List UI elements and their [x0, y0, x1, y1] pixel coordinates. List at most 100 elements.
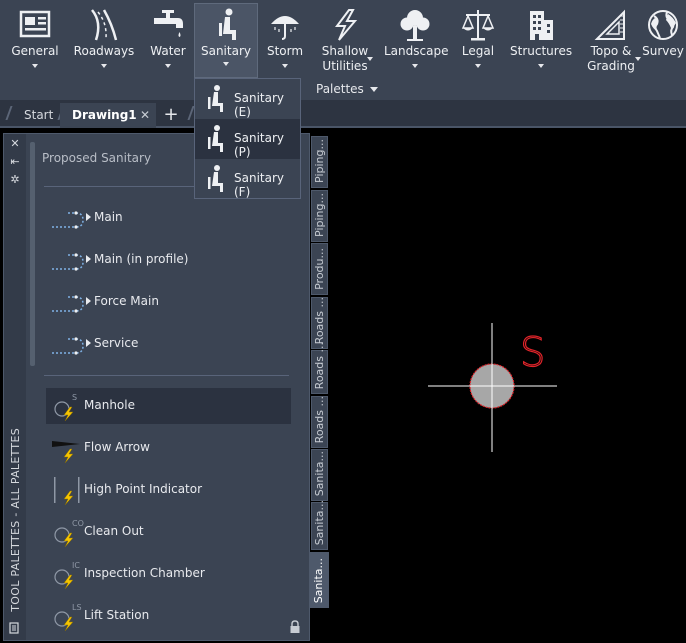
- palette-side-tab[interactable]: Piping...: [311, 136, 328, 188]
- palette-group-item[interactable]: Main (in profile): [46, 242, 291, 278]
- close-icon[interactable]: ✕: [9, 138, 21, 150]
- expand-arrow-icon[interactable]: [86, 297, 91, 305]
- palette-menu-icon[interactable]: [9, 622, 21, 634]
- side-tab-label: Produ...: [313, 248, 326, 290]
- palette-group-item[interactable]: Main: [46, 200, 291, 236]
- palette-side-tab[interactable]: Roads ...: [311, 396, 328, 448]
- palette-tool-item[interactable]: High Point Indicator: [46, 472, 291, 508]
- properties-gear-icon[interactable]: ✲: [9, 174, 21, 186]
- ribbon-label: General: [11, 44, 59, 58]
- ribbon-button-sanitary[interactable]: Sanitary: [194, 3, 258, 78]
- svg-text:LS: LS: [72, 603, 82, 612]
- ribbon-button-storm[interactable]: Storm: [264, 4, 306, 78]
- ribbon-button-structures[interactable]: Structures: [510, 4, 572, 78]
- ribbon-button-topo-grading[interactable]: Topo & Grading: [582, 4, 641, 78]
- ribbon-label: Structures: [510, 44, 573, 58]
- tab-start[interactable]: Start: [16, 103, 60, 128]
- tab-grip: [5, 106, 13, 120]
- ribbon-button-water[interactable]: Water: [146, 4, 190, 78]
- chevron-down-icon: [223, 62, 229, 66]
- ribbon-button-legal[interactable]: Legal: [456, 4, 500, 78]
- chevron-down-icon: [101, 64, 107, 68]
- ribbon-button-roadways[interactable]: Roadways: [72, 4, 136, 78]
- palette-item-label: Clean Out: [84, 524, 144, 538]
- palettes-panel-button[interactable]: Palettes: [300, 80, 378, 98]
- side-tab-label: Roads ...: [313, 395, 326, 443]
- palette-side-tab[interactable]: Produ...: [311, 243, 328, 295]
- palette-item-label: Flow Arrow: [84, 440, 150, 454]
- pipe-network-icon: [52, 211, 84, 229]
- scales-icon: [461, 10, 495, 41]
- palette-vertical-title: TOOL PALETTES - ALL PALETTES: [9, 428, 22, 612]
- tool-palette: ✕ ⇤ ✲ TOOL PALETTES - ALL PALETTES Propo…: [3, 133, 310, 641]
- ribbon-button-survey[interactable]: Survey: [642, 4, 684, 78]
- palette-side-tab[interactable]: Sanita...: [311, 500, 328, 550]
- ribbon: General Roadways Water Sanitary Storm Sh…: [0, 0, 686, 100]
- file-tab-bar: Start Drawing1 ✕ +: [0, 100, 686, 128]
- chevron-down-icon: [282, 64, 288, 68]
- lock-icon[interactable]: [289, 620, 301, 634]
- ribbon-label: Sanitary: [200, 44, 251, 58]
- sanitary-flyout-menu: Sanitary (E) Sanitary (P) Sanitary (F): [194, 78, 301, 199]
- expand-arrow-icon[interactable]: [86, 255, 91, 263]
- ribbon-button-landscape[interactable]: Landscape: [384, 4, 449, 78]
- palette-side-tab[interactable]: Sanita...: [310, 552, 329, 608]
- ribbon-button-general[interactable]: General: [8, 4, 62, 78]
- palette-tool-item[interactable]: IC Inspection Chamber: [46, 556, 291, 592]
- structure-tool-icon: LS: [54, 603, 82, 631]
- ribbon-label: Shallow Utilities: [321, 44, 369, 73]
- structure-tool-icon: S: [54, 393, 77, 421]
- ribbon-button-shallow-utilities[interactable]: Shallow Utilities: [316, 4, 374, 78]
- flyout-item-sanitary-e[interactable]: Sanitary (E): [195, 79, 300, 119]
- auto-hide-icon[interactable]: ⇤: [9, 156, 21, 168]
- building-icon: [530, 11, 553, 40]
- palette-item-label: Main: [94, 210, 123, 224]
- chevron-down-icon: [475, 64, 481, 68]
- chevron-down-icon: [635, 57, 641, 61]
- palette-tool-item[interactable]: S Manhole: [46, 388, 291, 424]
- lightning-icon: [335, 9, 358, 41]
- palette-side-tab[interactable]: Roads ...: [311, 342, 328, 394]
- app-window: General Roadways Water Sanitary Storm Sh…: [0, 0, 686, 643]
- palette-group-item[interactable]: Service: [46, 326, 291, 362]
- palette-side-tab[interactable]: Piping...: [311, 190, 328, 242]
- palette-item-label: Lift Station: [84, 608, 150, 622]
- roadways-icon: [91, 9, 118, 41]
- svg-text:S: S: [72, 393, 77, 402]
- flyout-item-sanitary-p[interactable]: Sanitary (P): [195, 119, 300, 159]
- structure-tool-icon: [54, 477, 80, 505]
- flyout-item-sanitary-f[interactable]: Sanitary (F): [195, 159, 300, 199]
- pipe-network-icon: [52, 253, 84, 271]
- water-faucet-icon: [154, 10, 183, 37]
- expand-arrow-icon[interactable]: [86, 339, 91, 347]
- palette-item-label: Service: [94, 336, 139, 350]
- structure-tool-icon: [52, 441, 80, 463]
- palette-tool-item[interactable]: LS Lift Station: [46, 598, 291, 634]
- expand-arrow-icon[interactable]: [86, 213, 91, 221]
- ribbon-label: Storm: [266, 44, 304, 58]
- palette-item-label: Manhole: [84, 398, 135, 412]
- close-icon[interactable]: ✕: [140, 103, 150, 127]
- new-tab-button[interactable]: +: [160, 103, 182, 128]
- chevron-down-icon: [32, 64, 38, 68]
- flyout-item-label: Sanitary (P): [234, 131, 285, 159]
- sanitary-icon: [208, 85, 223, 112]
- palette-scrollbar[interactable]: [30, 142, 35, 366]
- side-tab-label: Roads ...: [313, 341, 326, 389]
- ribbon-label: Landscape: [384, 44, 449, 58]
- palette-tool-item[interactable]: CO Clean Out: [46, 514, 291, 550]
- palette-section-title: Proposed Sanitary: [42, 151, 152, 165]
- palette-title-strip[interactable]: ✕ ⇤ ✲ TOOL PALETTES - ALL PALETTES: [4, 134, 26, 640]
- palette-side-tab[interactable]: Sanita...: [311, 449, 328, 501]
- tab-drawing1[interactable]: Drawing1 ✕: [60, 103, 156, 128]
- palette-item-label: Force Main: [94, 294, 159, 308]
- sanitary-icon: [208, 125, 223, 152]
- palette-group-item[interactable]: Force Main: [46, 284, 291, 320]
- palette-tool-item[interactable]: Flow Arrow: [46, 430, 291, 466]
- ribbon-label: Survey: [642, 44, 684, 58]
- tree-icon: [400, 10, 430, 41]
- tab-label: Start: [24, 108, 54, 122]
- palettes-label: Palettes: [316, 82, 364, 96]
- tab-label: Drawing1: [72, 108, 137, 122]
- sanitary-icon: [208, 165, 223, 192]
